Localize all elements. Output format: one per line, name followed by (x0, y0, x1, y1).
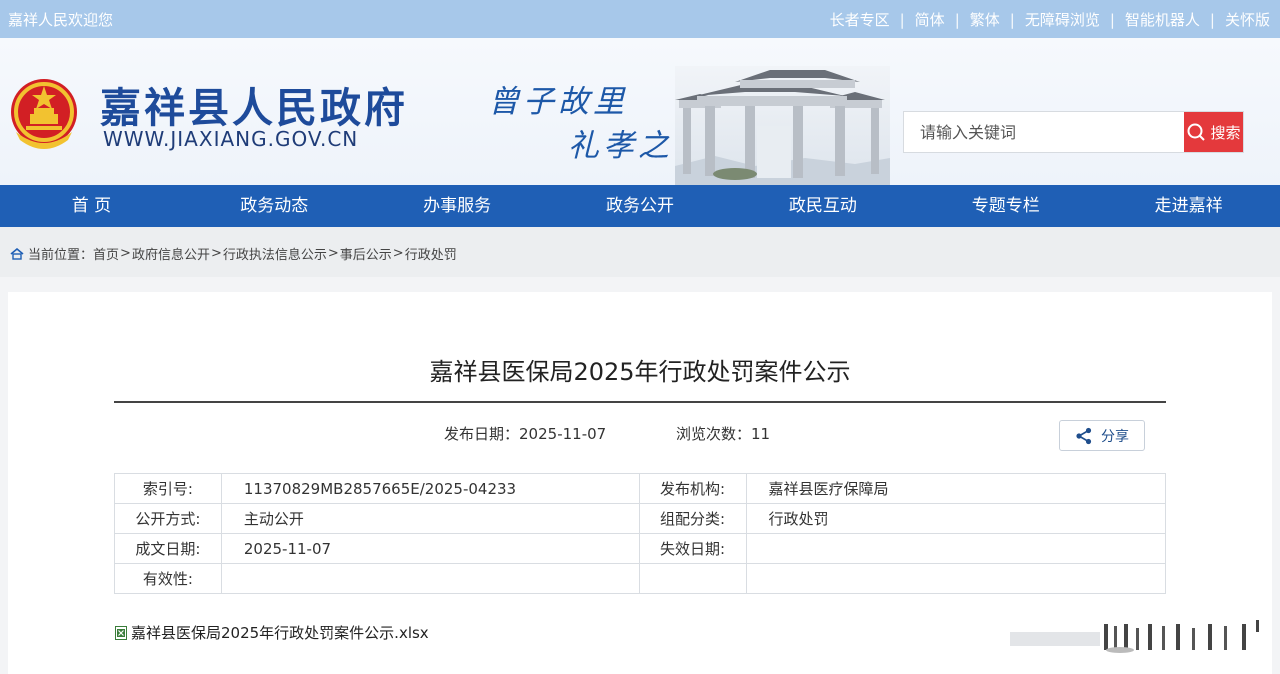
breadcrumb-gov-info[interactable]: 政府信息公开 (132, 244, 210, 263)
expiry-date-label: 失效日期: (638, 533, 747, 564)
view-count-label: 浏览次数： (676, 425, 752, 443)
watermark-scribble (1010, 620, 1259, 653)
welcome-text: 嘉祥人民欢迎您 (8, 11, 114, 29)
table-row: 成文日期: 2025-11-07 失效日期: (114, 533, 1166, 564)
care-version-link[interactable]: 关怀版 (1225, 9, 1270, 30)
breadcrumb-home[interactable]: 首页 (93, 244, 119, 263)
home-icon (10, 247, 24, 260)
nav-special-topics[interactable]: 专题专栏 (914, 185, 1097, 227)
search-input[interactable] (904, 112, 1184, 152)
top-links: 长者专区 | 简体 | 繁体 | 无障碍浏览 | 智能机器人 | 关怀版 (829, 9, 1270, 30)
chatbot-link[interactable]: 智能机器人 (1125, 9, 1200, 30)
publisher-label: 发布机构: (638, 473, 747, 504)
main-nav: 首 页 政务动态 办事服务 政务公开 政民互动 专题专栏 走进嘉祥 (0, 185, 1280, 227)
nav-government-news[interactable]: 政务动态 (183, 185, 366, 227)
search-button-label: 搜索 (1210, 123, 1241, 142)
table-row: 索引号: 11370829MB2857665E/2025-04233 发布机构:… (114, 473, 1166, 504)
share-button[interactable]: 分享 (1059, 420, 1145, 451)
breadcrumb-post-disclosure[interactable]: 事后公示 (340, 244, 392, 263)
breadcrumb: 当前位置： 首页 > 政府信息公开 > 行政执法信息公示 > 事后公示 > 行政处罚 (0, 227, 1280, 277)
breadcrumb-enforcement[interactable]: 行政执法信息公示 (223, 244, 327, 263)
nav-gov-disclosure[interactable]: 政务公开 (549, 185, 732, 227)
empty-value (745, 563, 1166, 594)
traditional-chinese-link[interactable]: 繁体 (970, 9, 1000, 30)
index-number-label: 索引号: (114, 473, 222, 504)
archway-image (675, 66, 890, 185)
publish-date-value: 2025-11-07 (519, 425, 607, 443)
info-table: 索引号: 11370829MB2857665E/2025-04233 发布机构:… (114, 473, 1166, 594)
accessibility-link[interactable]: 无障碍浏览 (1025, 9, 1100, 30)
article-card: 嘉祥县医保局2025年行政处罚案件公示 发布日期：2025-11-07 浏览次数… (8, 292, 1272, 674)
breadcrumb-penalty[interactable]: 行政处罚 (405, 244, 457, 263)
validity-value (220, 563, 640, 594)
search-button[interactable]: 搜索 (1184, 112, 1243, 152)
search-icon (1187, 123, 1206, 141)
breadcrumb-prefix: 当前位置： (28, 248, 94, 263)
nav-about-jiaxiang[interactable]: 走进嘉祥 (1097, 185, 1280, 227)
category-label: 组配分类: (638, 503, 747, 534)
top-bar: 嘉祥人民欢迎您 长者专区 | 简体 | 繁体 | 无障碍浏览 | 智能机器人 | 关怀版 (0, 0, 1280, 38)
disclosure-method-value: 主动公开 (220, 503, 640, 534)
category-value: 行政处罚 (745, 503, 1166, 534)
nav-interaction[interactable]: 政民互动 (731, 185, 914, 227)
share-label: 分享 (1101, 428, 1129, 445)
share-icon (1076, 427, 1092, 444)
attachment-link[interactable]: 嘉祥县医保局2025年行政处罚案件公示.xlsx (115, 622, 429, 643)
table-row: 公开方式: 主动公开 组配分类: 行政处罚 (114, 503, 1166, 534)
validity-label: 有效性: (114, 563, 222, 594)
search-box: 搜索 (903, 111, 1244, 153)
title-divider (114, 401, 1166, 403)
attachment-filename: 嘉祥县医保局2025年行政处罚案件公示.xlsx (131, 624, 429, 642)
nav-home[interactable]: 首 页 (0, 185, 183, 227)
disclosure-method-label: 公开方式: (114, 503, 222, 534)
view-count: 浏览次数：11 (676, 423, 770, 444)
simplified-chinese-link[interactable]: 简体 (915, 9, 945, 30)
slogan-line-1: 曾子故里 (488, 84, 628, 120)
publisher-value: 嘉祥县医疗保障局 (745, 473, 1166, 504)
site-name: 嘉祥县人民政府 (100, 84, 408, 132)
table-row: 有效性: (114, 563, 1166, 594)
elderly-zone-link[interactable]: 长者专区 (830, 9, 890, 30)
written-date-label: 成文日期: (114, 533, 222, 564)
nav-services[interactable]: 办事服务 (366, 185, 549, 227)
national-emblem-icon (11, 79, 77, 149)
excel-file-icon (115, 625, 127, 640)
view-count-value: 11 (751, 425, 771, 443)
publish-date-label: 发布日期： (444, 425, 520, 443)
site-url: WWW.JIAXIANG.GOV.CN (103, 127, 359, 151)
written-date-value: 2025-11-07 (220, 533, 640, 564)
empty-label (638, 563, 747, 594)
site-header: 嘉祥县人民政府 WWW.JIAXIANG.GOV.CN 曾子故里 礼孝之城 请输… (0, 38, 1280, 185)
index-number-value: 11370829MB2857665E/2025-04233 (220, 473, 640, 504)
publish-date: 发布日期：2025-11-07 (444, 423, 606, 444)
article-title: 嘉祥县医保局2025年行政处罚案件公示 (429, 358, 851, 386)
expiry-date-value (745, 533, 1166, 564)
